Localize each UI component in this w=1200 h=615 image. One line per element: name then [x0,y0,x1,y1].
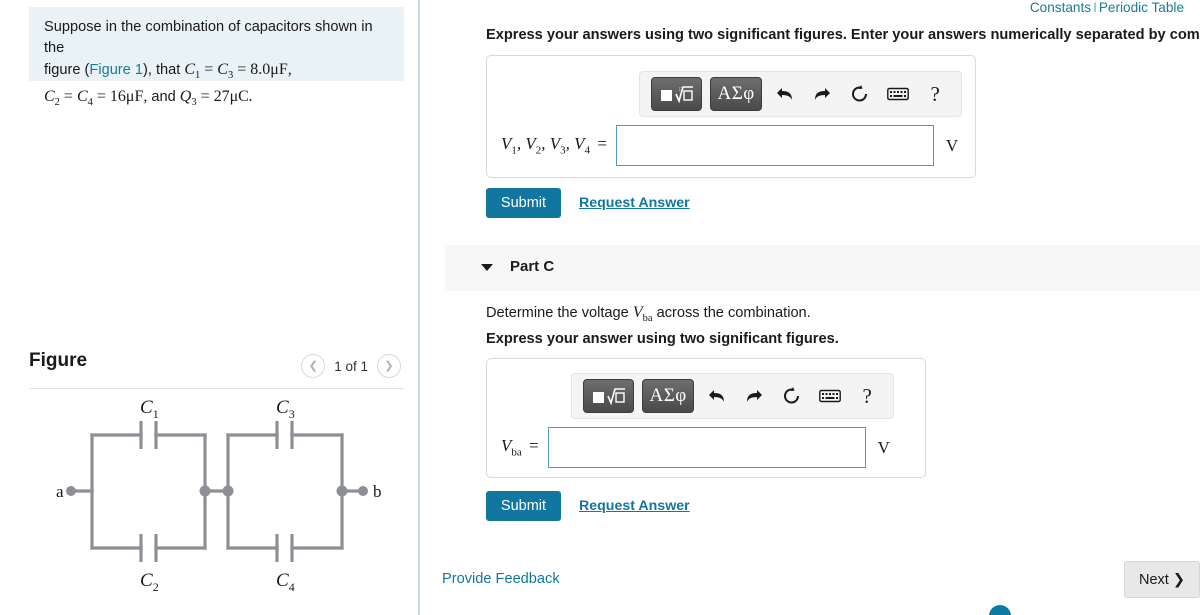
greek-letters-button[interactable]: ΑΣφ [642,379,694,413]
math-template-icon[interactable] [583,379,635,413]
figure-1-link[interactable]: Figure 1 [89,62,143,78]
part-c-prompt-variable: Vba [632,304,653,325]
svg-text:□: □ [679,87,683,93]
part-b-instruction: Express your answers using two significa… [486,27,1200,43]
part-b-unit: V [945,135,959,155]
chevron-right-icon[interactable]: ❯ [377,354,401,378]
figure-title: Figure [29,350,88,371]
label-terminal-a: a [56,482,64,501]
question-text-1: Suppose in the combination of capacitors… [44,19,373,56]
part-b-answer-input[interactable] [615,125,934,166]
greek-letters-button[interactable]: ΑΣφ [710,77,762,111]
question-text-2-post: ), that [142,62,185,78]
provide-feedback-link[interactable]: Provide Feedback [442,571,560,587]
math-template-glyph [592,388,625,406]
next-button-label: Next [1139,571,1169,588]
help-button[interactable]: ? [852,381,882,411]
part-c-answer-row: Vba = V [501,427,890,468]
part-b-answer-row: V1, V2, V3, V4 = V [501,125,958,166]
links-separator: I [1093,0,1097,15]
part-b-request-answer-link[interactable]: Request Answer [579,195,690,211]
label-capacitor-c2: C2 [140,570,159,594]
constants-link[interactable]: Constants [1030,0,1091,15]
part-c-answer-card: ΑΣφ ? Vba = V [486,358,926,478]
part-b-math-toolbar: □ ΑΣφ ? [639,71,962,117]
circuit-diagram: a b C1 C2 C3 C4 [29,392,404,602]
figure-pager: ❮ 1 of 1 ❯ [301,354,401,378]
part-c-prompt: Determine the voltage Vba across the com… [486,302,811,329]
part-c-header-band[interactable]: Part C [445,245,1200,291]
part-b-answer-card: □ ΑΣφ ? V1, V2, V3, V4 = V [486,55,976,178]
chat-bubble-icon[interactable] [989,605,1011,615]
left-panel: Suppose in the combination of capacitors… [0,0,418,615]
equation-c2-c4-q3: C2 = C4 = 16μF, and Q3 = 27μC. [44,88,253,109]
chevron-left-icon[interactable]: ❮ [301,354,326,378]
equation-c1-c3: C1 = C3 = 8.0μF, [184,61,292,82]
node-terminal-b [358,486,368,496]
label-capacitor-c3: C3 [276,397,295,421]
question-line-1: Suppose in the combination of capacitors… [44,17,392,59]
node-middle-right [222,485,234,497]
refresh-glyph [851,85,867,102]
part-c-unit: V [877,437,890,457]
keyboard-glyph [818,389,841,403]
part-c-answer-input[interactable] [547,427,866,468]
label-capacitor-c1: C1 [140,397,159,421]
figure-header: Figure ❮ 1 of 1 ❯ [29,348,404,390]
part-c-answer-label: Vba = [501,436,539,459]
next-button[interactable]: Next ❯ [1124,561,1200,598]
part-c-instruction: Express your answer using two significan… [486,331,839,347]
undo-glyph [708,390,724,402]
refresh-glyph [783,387,799,404]
periodic-table-link[interactable]: Periodic Table [1099,0,1184,15]
chevron-right-icon: ❯ [1172,571,1185,588]
question-line-2: figure (Figure 1), that C1 = C3 = 8.0μF, [44,59,392,86]
part-b-answer-label: V1, V2, V3, V4 = [501,134,607,157]
part-c-prompt-post: across the combination. [652,305,811,321]
undo-arrow-icon[interactable] [702,381,732,411]
label-terminal-b: b [373,482,382,501]
right-panel: Constants I Periodic Table Express your an… [420,0,1200,615]
redo-glyph [747,390,763,402]
node-right-rail [336,485,348,497]
question-statement-box: Suppose in the combination of capacitors… [29,7,404,108]
figure-divider [29,388,404,389]
part-c-submit-button[interactable]: Submit [486,491,561,521]
help-button[interactable]: ? [920,79,950,109]
question-line-3: C2 = C4 = 16μF, and Q3 = 27μC. [44,86,392,113]
refresh-icon[interactable] [845,79,875,109]
math-template-glyph: □ [660,86,693,104]
question-text-2-pre: figure ( [44,62,90,78]
redo-glyph [815,88,831,100]
part-c-title: Part C [510,258,555,275]
redo-arrow-icon[interactable] [807,79,837,109]
part-c-request-answer-link[interactable]: Request Answer [579,498,690,514]
part-c-prompt-pre: Determine the voltage [486,305,633,321]
node-middle-left [199,485,211,497]
caret-down-icon[interactable] [481,264,493,271]
part-b-submit-button[interactable]: Submit [486,188,561,218]
part-c-math-toolbar: ΑΣφ ? [571,373,894,419]
redo-arrow-icon[interactable] [739,381,769,411]
keyboard-icon[interactable] [815,381,845,411]
undo-arrow-icon[interactable] [770,79,800,109]
header-links: Constants I Periodic Table [1030,0,1184,15]
keyboard-icon[interactable] [883,79,913,109]
label-capacitor-c4: C4 [276,570,295,594]
undo-glyph [776,88,792,100]
math-template-icon[interactable]: □ [651,77,703,111]
keyboard-glyph [886,87,909,101]
figure-page-label: 1 of 1 [334,358,368,374]
node-terminal-a [66,486,76,496]
circuit-svg: a b C1 C2 C3 C4 [56,397,382,594]
refresh-icon[interactable] [777,381,807,411]
